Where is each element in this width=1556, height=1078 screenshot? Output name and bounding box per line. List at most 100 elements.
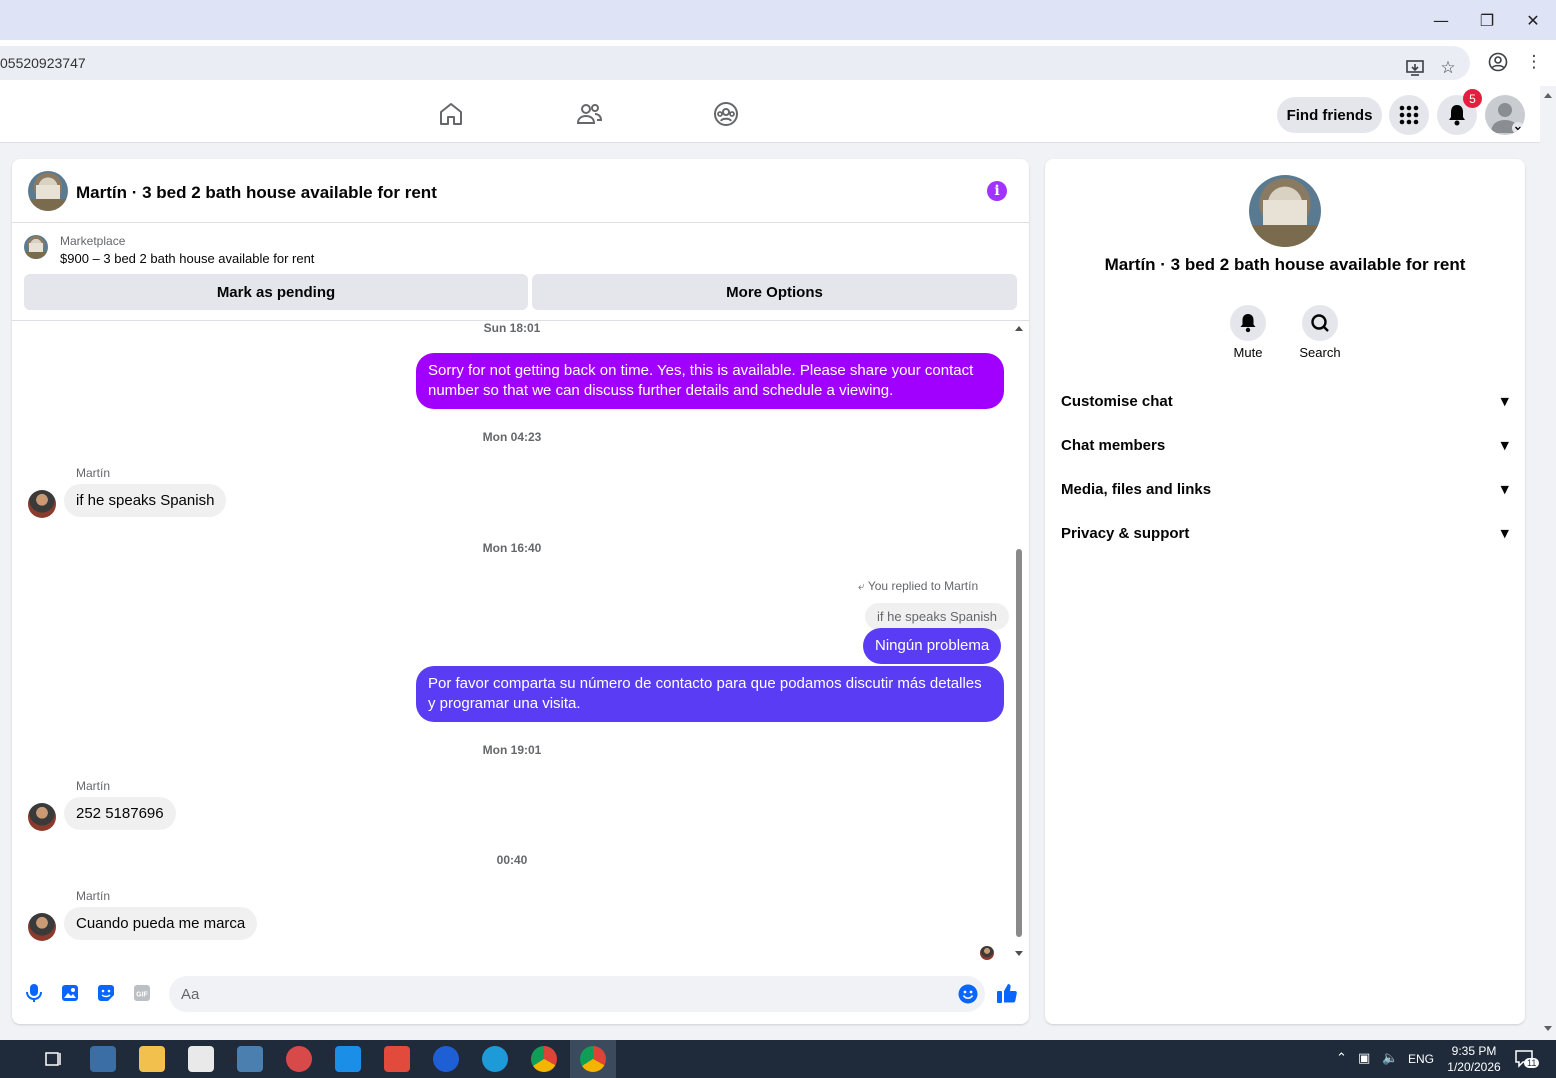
home-icon[interactable]	[437, 100, 465, 128]
message-bubble-incoming[interactable]: 252 5187696	[64, 797, 176, 830]
network-icon[interactable]: ▣	[1358, 1051, 1370, 1066]
reply-hint: ⤶ You replied to Martín	[858, 579, 978, 594]
edge-icon[interactable]	[482, 1046, 508, 1072]
martin-avatar[interactable]	[28, 490, 56, 518]
url-text[interactable]: 05520923747	[0, 55, 86, 71]
section-chat-members[interactable]: Chat members ▼	[1061, 430, 1509, 460]
chevron-down-icon: ▼	[1500, 526, 1509, 540]
chat-thumbnail[interactable]	[28, 171, 68, 211]
mute-label[interactable]: Mute	[1208, 345, 1288, 360]
section-privacy-support[interactable]: Privacy & support ▼	[1061, 518, 1509, 548]
action-center-icon[interactable]: 11	[1514, 1049, 1540, 1069]
section-customise-chat[interactable]: Customise chat ▼	[1061, 386, 1509, 416]
gif-icon[interactable]: GIF	[132, 983, 152, 1003]
chevron-down-icon: ▼	[1500, 482, 1509, 496]
computer-app-icon[interactable]	[90, 1046, 116, 1072]
emoji-icon[interactable]	[958, 984, 978, 1009]
reply-hint-text: You replied to Martín	[867, 579, 979, 593]
message-input-placeholder[interactable]: Aa	[181, 986, 199, 1003]
mute-bell-icon[interactable]	[1230, 305, 1266, 341]
search-label[interactable]: Search	[1280, 345, 1360, 360]
clock-time: 9:35 PM	[1451, 1044, 1497, 1058]
sender-name: Martín	[76, 779, 111, 793]
chat-header: Martín · 3 bed 2 bath house available fo…	[12, 159, 1029, 223]
notification-count-badge: 11	[1524, 1058, 1540, 1068]
reply-quote[interactable]: if he speaks Spanish	[865, 603, 1009, 630]
timestamp: Sun 18:01	[483, 321, 541, 335]
message-bubble-incoming[interactable]: if he speaks Spanish	[64, 484, 227, 517]
page-scrollbar[interactable]	[1540, 86, 1556, 1040]
restore-icon[interactable]: ❐	[1464, 0, 1510, 40]
groups-icon[interactable]	[712, 100, 740, 128]
chat-scrollbar[interactable]	[1014, 321, 1024, 961]
tray-chevron-up-icon[interactable]: ⌃	[1336, 1051, 1347, 1066]
minimize-icon[interactable]: —	[1418, 0, 1464, 40]
message-bubble-outgoing[interactable]: Por favor comparta su número de contacto…	[416, 666, 1004, 722]
message-list: Sun 18:01 Sorry for not getting back on …	[12, 321, 1029, 961]
notification-badge: 5	[1463, 89, 1482, 108]
install-app-icon[interactable]	[1404, 57, 1426, 79]
svg-text:GIF: GIF	[136, 992, 148, 999]
message-bubble-outgoing[interactable]: Sorry for not getting back on time. Yes,…	[416, 353, 1004, 409]
sender-name: Martín	[76, 889, 111, 903]
chrome-profile-icon[interactable]	[531, 1046, 557, 1072]
clock-date: 1/20/2026	[1447, 1060, 1501, 1074]
facebook-header: Find friends 5	[0, 86, 1556, 143]
info-icon[interactable]: i	[987, 181, 1007, 201]
menu-grid-icon[interactable]	[1389, 95, 1429, 135]
martin-avatar[interactable]	[28, 913, 56, 941]
more-options-button[interactable]: More Options	[532, 274, 1017, 310]
chat-profile-photo[interactable]	[1249, 175, 1321, 247]
browser-menu-icon[interactable]: ⋮	[1523, 51, 1545, 73]
sticker-icon[interactable]	[96, 983, 116, 1003]
listing-price-title[interactable]: $900 – 3 bed 2 bath house available for …	[60, 251, 314, 266]
anydesk-icon[interactable]	[384, 1046, 410, 1072]
microphone-icon[interactable]	[24, 983, 44, 1003]
sender-name: Martín	[76, 466, 111, 480]
document-app-icon[interactable]	[237, 1046, 263, 1072]
language-indicator[interactable]: ENG	[1408, 1052, 1434, 1066]
section-media-files-links[interactable]: Media, files and links ▼	[1061, 474, 1509, 504]
profile-icon[interactable]	[1487, 51, 1509, 73]
close-icon[interactable]: ✕	[1510, 0, 1556, 40]
file-explorer-icon[interactable]	[139, 1046, 165, 1072]
browser-title-bar: — ❐ ✕	[0, 0, 1556, 40]
mail-icon[interactable]	[335, 1046, 361, 1072]
chat-title[interactable]: Martín · 3 bed 2 bath house available fo…	[76, 183, 437, 203]
timestamp: 00:40	[496, 853, 528, 867]
timestamp: Mon 19:01	[482, 743, 542, 757]
friends-icon[interactable]	[575, 100, 603, 128]
message-bubble-incoming[interactable]: Cuando pueda me marca	[64, 907, 258, 940]
bookmark-star-icon[interactable]: ☆	[1437, 57, 1459, 79]
volume-icon[interactable]: 🔈	[1382, 1051, 1398, 1066]
chat-info-panel: Martín · 3 bed 2 bath house available fo…	[1045, 159, 1525, 1024]
paint-app-icon[interactable]	[286, 1046, 312, 1072]
chevron-down-icon: ▼	[1500, 394, 1509, 408]
url-bar[interactable]: 05520923747 ☆	[0, 46, 1470, 80]
chat-info-title: Martín · 3 bed 2 bath house available fo…	[1104, 255, 1466, 274]
store-icon[interactable]	[188, 1046, 214, 1072]
vpn-app-icon[interactable]	[433, 1046, 459, 1072]
message-input[interactable]: Aa	[169, 976, 985, 1012]
martin-avatar[interactable]	[28, 803, 56, 831]
search-icon[interactable]	[1302, 305, 1338, 341]
clock[interactable]: 9:35 PM 1/20/2026	[1444, 1043, 1504, 1075]
reply-arrow-icon: ⤶	[858, 579, 865, 593]
section-label: Customise chat	[1061, 392, 1173, 410]
task-view-icon[interactable]	[40, 1046, 66, 1072]
find-friends-button[interactable]: Find friends	[1277, 97, 1382, 133]
marketplace-label: Marketplace	[60, 234, 126, 248]
mark-as-pending-button[interactable]: Mark as pending	[24, 274, 528, 310]
thumbs-up-icon[interactable]	[996, 982, 1018, 1004]
chevron-down-icon: ▼	[1500, 438, 1509, 452]
address-row: 05520923747 ☆ ⋮	[0, 40, 1556, 86]
section-label: Chat members	[1061, 436, 1166, 454]
seen-receipt-avatar	[980, 946, 994, 960]
section-label: Privacy & support	[1061, 524, 1190, 542]
chrome-active-icon[interactable]	[580, 1046, 606, 1072]
photo-icon[interactable]	[60, 983, 80, 1003]
listing-thumbnail[interactable]	[24, 235, 48, 259]
account-avatar[interactable]	[1485, 95, 1525, 135]
message-bubble-outgoing[interactable]: Ningún problema	[863, 628, 1002, 664]
timestamp: Mon 16:40	[482, 541, 542, 555]
